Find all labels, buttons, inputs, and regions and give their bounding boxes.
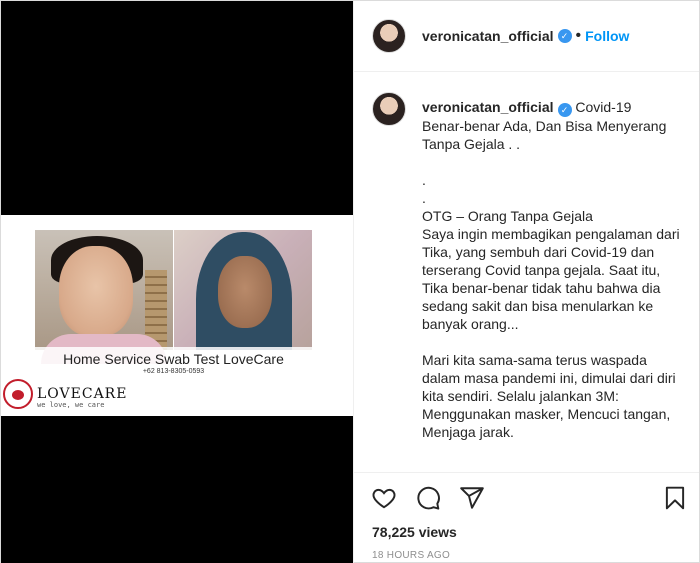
post-caption: veronicatan_official ✓ Covid-19 Benar-ben… xyxy=(422,98,683,441)
logo-tagline: we love, we care xyxy=(37,401,105,409)
caption-username[interactable]: veronicatan_official xyxy=(422,99,554,115)
lovecare-logo-icon xyxy=(3,379,33,409)
action-icons xyxy=(370,485,689,511)
avatar[interactable] xyxy=(372,19,406,53)
video-left-participant xyxy=(35,230,173,364)
caption-section: veronicatan_official ✓ Covid-19 Benar-ben… xyxy=(354,72,699,472)
video-caption-title: Home Service Swab Test LoveCare xyxy=(63,351,284,367)
instagram-post: Home Service Swab Test LoveCare +62 813-… xyxy=(0,0,700,563)
video-caption-phone: +62 813-8305-0593 xyxy=(142,368,205,375)
bookmark-icon[interactable] xyxy=(661,485,689,511)
logo-name: LOVECARE xyxy=(37,386,128,402)
video-right-participant xyxy=(174,230,312,350)
caption-text: Covid-19 Benar-benar Ada, Dan Bisa Menye… xyxy=(422,99,680,440)
share-icon[interactable] xyxy=(458,485,486,511)
header-username[interactable]: veronicatan_official xyxy=(422,28,554,44)
post-side-panel: veronicatan_official ✓ • Follow veronica… xyxy=(353,1,699,563)
caption-avatar[interactable] xyxy=(372,92,406,126)
post-actions: 78,225 views 18 HOURS AGO xyxy=(354,472,699,563)
heart-icon[interactable] xyxy=(370,485,398,511)
lovecare-logo: LOVECARE we love, we care xyxy=(3,379,127,410)
verified-badge-icon: ✓ xyxy=(557,103,572,117)
post-video[interactable]: Home Service Swab Test LoveCare +62 813-… xyxy=(1,1,353,563)
verified-badge-icon: ✓ xyxy=(557,29,572,43)
post-header: veronicatan_official ✓ • Follow xyxy=(354,1,699,72)
comment-icon[interactable] xyxy=(414,485,442,511)
view-count[interactable]: 78,225 views xyxy=(372,524,457,540)
header-separator: • xyxy=(575,27,582,44)
post-timestamp[interactable]: 18 HOURS AGO xyxy=(372,550,450,561)
follow-button[interactable]: Follow xyxy=(585,28,629,44)
